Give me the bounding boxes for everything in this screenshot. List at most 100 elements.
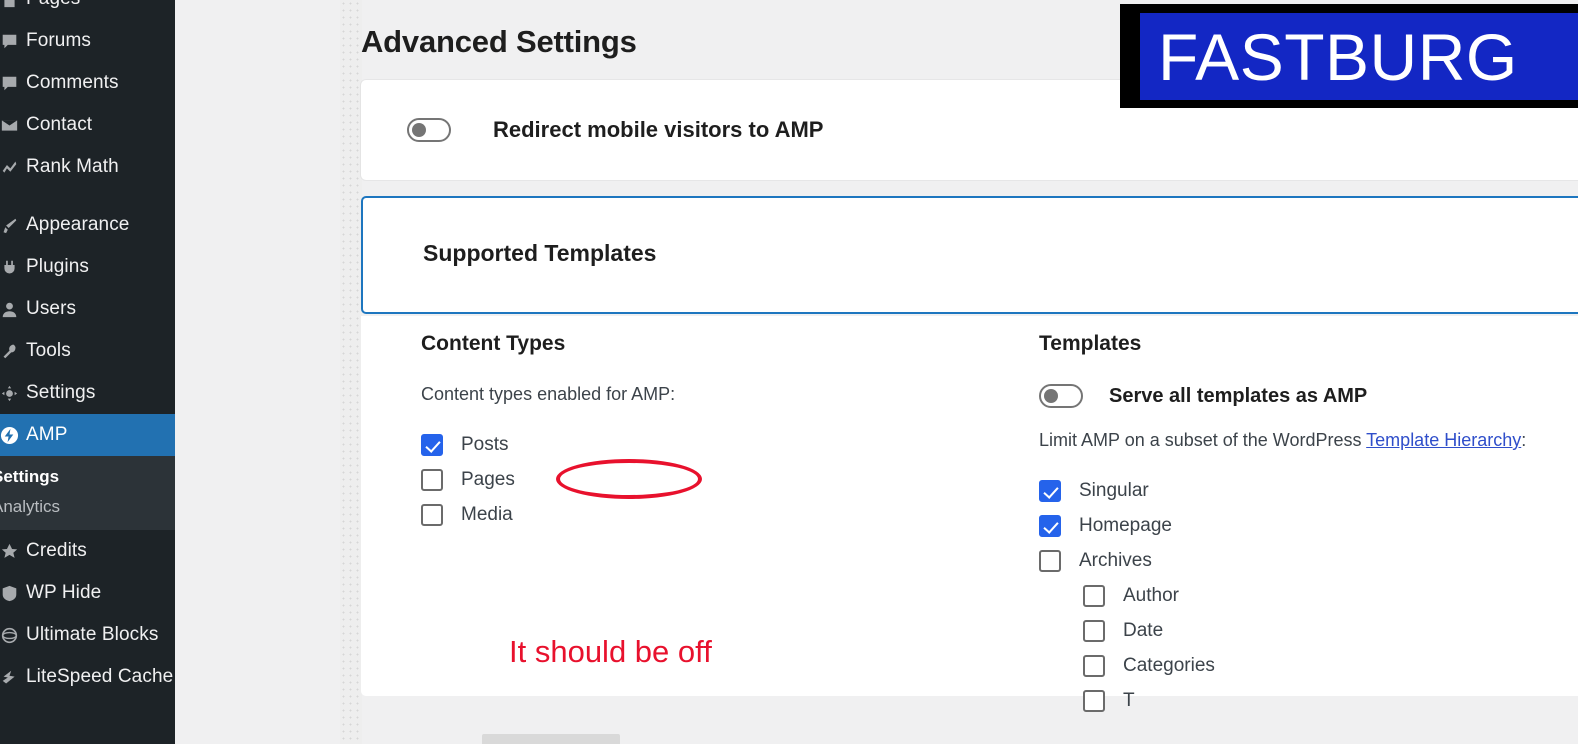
sidebar-item-label: Rank Math	[26, 156, 119, 177]
rankmath-icon	[0, 159, 26, 176]
main-content-area: Advanced Settings Redirect mobile visito…	[175, 0, 1578, 744]
checkbox-label: Singular	[1079, 479, 1149, 501]
sidebar-item-ultimate-blocks[interactable]: Ultimate Blocks	[0, 614, 175, 656]
checkbox-checked-icon[interactable]	[1039, 479, 1061, 502]
sidebar-item-label: Ultimate Blocks	[26, 624, 159, 645]
sidebar-item-label: Contact	[26, 114, 93, 135]
sidebar-item-litespeed-cache[interactable]: LiteSpeed Cache	[0, 656, 175, 698]
submenu-item-analytics[interactable]: Analytics	[0, 492, 175, 522]
checkbox-label: T	[1123, 689, 1135, 711]
sidebar-item-label: Plugins	[26, 256, 90, 277]
checkbox-unchecked-icon[interactable]	[421, 503, 443, 526]
page-icon	[0, 0, 26, 8]
sidebar-item-appearance[interactable]: Appearance	[0, 204, 175, 246]
checkbox-label: Categories	[1123, 654, 1215, 676]
content-types-column: Content Types Content types enabled for …	[421, 332, 981, 532]
decorative-rail	[340, 0, 362, 744]
checkbox-row-singular[interactable]: Singular	[1039, 473, 1578, 508]
sidebar-item-label: Users	[26, 298, 77, 319]
envelope-icon	[0, 117, 26, 134]
checkbox-unchecked-icon[interactable]	[1083, 654, 1105, 677]
sidebar-item-comments[interactable]: Comments	[0, 62, 175, 104]
amp-submenu: SettingsAnalytics	[0, 456, 175, 530]
user-icon	[0, 301, 26, 318]
checkbox-row-pages[interactable]: Pages	[421, 462, 981, 497]
sidebar-item-credits[interactable]: Credits	[0, 530, 175, 572]
sidebar-item-label: Settings	[26, 382, 96, 403]
plug-icon	[0, 259, 26, 276]
checkbox-label: Pages	[461, 468, 515, 490]
sidebar-item-settings[interactable]: Settings	[0, 372, 175, 414]
templates-column: Templates Serve all templates as AMP Lim…	[1039, 332, 1578, 718]
sidebar-item-plugins[interactable]: Plugins	[0, 246, 175, 288]
checkbox-unchecked-icon[interactable]	[1083, 619, 1105, 642]
bottom-partial-element	[482, 734, 620, 744]
sidebar-item-label: Appearance	[26, 214, 130, 235]
sidebar-item-contact[interactable]: Contact	[0, 104, 175, 146]
template-hierarchy-description: Limit AMP on a subset of the WordPress T…	[1039, 430, 1578, 451]
checkbox-unchecked-icon[interactable]	[1083, 584, 1105, 607]
sidebar-item-rank-math[interactable]: Rank Math	[0, 146, 175, 188]
annotation-note: It should be off	[509, 634, 712, 669]
sidebar-item-label: Forums	[26, 30, 91, 51]
checkbox-row-author[interactable]: Author	[1039, 578, 1578, 613]
sidebar-item-users[interactable]: Users	[0, 288, 175, 330]
submenu-item-settings[interactable]: Settings	[0, 462, 175, 492]
checkbox-checked-icon[interactable]	[1039, 514, 1061, 537]
sidebar-item-forums[interactable]: Forums	[0, 20, 175, 62]
checkbox-row-t[interactable]: T	[1039, 683, 1578, 718]
logo-text: FASTBURG	[1158, 19, 1518, 94]
template-hierarchy-link[interactable]: Template Hierarchy	[1366, 430, 1521, 450]
redirect-mobile-toggle[interactable]	[407, 118, 451, 142]
checkbox-label: Archives	[1079, 549, 1152, 571]
checkbox-unchecked-icon[interactable]	[1083, 689, 1105, 712]
sidebar-item-pages[interactable]: Pages	[0, 0, 175, 20]
shield-icon	[0, 585, 26, 602]
logo-background: FASTBURG	[1140, 13, 1578, 100]
checkbox-label: Homepage	[1079, 514, 1172, 536]
checkbox-row-media[interactable]: Media	[421, 497, 981, 532]
checkbox-unchecked-icon[interactable]	[1039, 549, 1061, 572]
gear-icon	[0, 385, 26, 402]
content-types-list: Posts Pages Media	[421, 427, 981, 532]
amp-icon	[0, 426, 26, 445]
page-title: Advanced Settings	[361, 24, 637, 59]
sidebar-item-label: AMP	[26, 424, 68, 445]
checkbox-row-categories[interactable]: Categories	[1039, 648, 1578, 683]
content-types-description: Content types enabled for AMP:	[421, 384, 676, 404]
toggle-knob	[412, 123, 426, 137]
redirect-toggle-label: Redirect mobile visitors to AMP	[493, 117, 824, 142]
fastburg-logo-overlay: FASTBURG	[1120, 4, 1578, 108]
supported-templates-panel[interactable]: Supported Templates	[361, 196, 1578, 314]
sidebar-item-amp[interactable]: AMP	[0, 414, 175, 456]
award-icon	[0, 543, 26, 560]
sidebar-item-label: Credits	[26, 540, 87, 561]
sidebar-item-label: Comments	[26, 72, 119, 93]
templates-heading: Templates	[1039, 332, 1142, 355]
supported-templates-title: Supported Templates	[423, 240, 657, 266]
checkbox-row-date[interactable]: Date	[1039, 613, 1578, 648]
serve-all-templates-toggle[interactable]	[1039, 384, 1083, 408]
toggle-knob	[1044, 389, 1058, 403]
sidebar-item-tools[interactable]: Tools	[0, 330, 175, 372]
checkbox-row-homepage[interactable]: Homepage	[1039, 508, 1578, 543]
litespeed-icon	[0, 669, 26, 686]
content-types-heading: Content Types	[421, 332, 566, 355]
comment-icon	[0, 75, 26, 92]
checkbox-checked-icon[interactable]	[421, 433, 443, 456]
checkbox-row-posts[interactable]: Posts	[421, 427, 981, 462]
limit-text-before: Limit AMP on a subset of the WordPress	[1039, 430, 1367, 450]
checkbox-row-archives[interactable]: Archives	[1039, 543, 1578, 578]
checkbox-unchecked-icon[interactable]	[421, 468, 443, 491]
comment-icon	[0, 33, 26, 50]
screen-root: Pages Forums Comments Contact Rank Math Appea…	[0, 0, 1578, 744]
sidebar-item-label: WP Hide	[26, 582, 102, 603]
checkbox-label: Posts	[461, 433, 509, 455]
checkbox-label: Author	[1123, 584, 1179, 606]
sidebar-item-label: Pages	[26, 0, 80, 10]
tools-icon	[0, 343, 26, 360]
serve-all-templates-row[interactable]: Serve all templates as AMP	[1039, 384, 1578, 408]
sidebar-item-label: Tools	[26, 340, 71, 361]
sidebar-item-wp-hide[interactable]: WP Hide	[0, 572, 175, 614]
serve-all-templates-label: Serve all templates as AMP	[1109, 384, 1368, 407]
